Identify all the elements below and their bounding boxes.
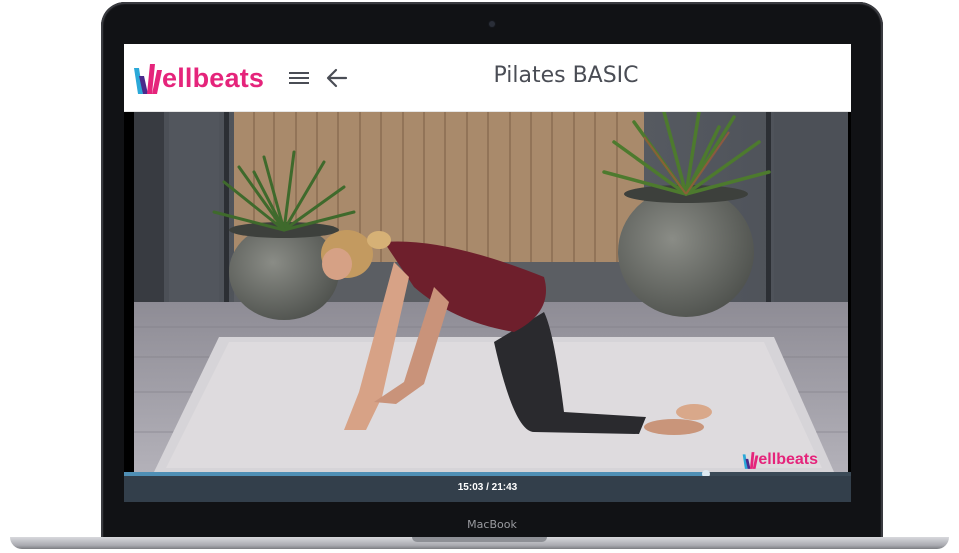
video-frame	[134, 112, 848, 472]
watermark-wordmark: ellbeats	[758, 451, 818, 468]
laptop-notch	[412, 537, 547, 542]
video-watermark: ellbeats	[742, 451, 818, 470]
arrow-left-icon	[326, 68, 348, 88]
wellbeats-w-mark-icon	[134, 64, 162, 94]
hamburger-menu-icon	[289, 72, 309, 84]
device-label: MacBook	[467, 518, 517, 531]
app-screen: ellbeats Pilates BASIC ellbeats 15:03 / …	[124, 44, 851, 502]
back-button[interactable]	[324, 65, 350, 91]
page-title: Pilates BASIC	[493, 63, 639, 88]
playback-time: 15:03 / 21:43	[457, 482, 518, 493]
app-header: ellbeats Pilates BASIC	[124, 44, 851, 112]
player-controls-bar: 15:03 / 21:43	[124, 476, 851, 502]
logo-wordmark: ellbeats	[162, 63, 265, 93]
wellbeats-w-mark-icon	[743, 452, 759, 469]
wellbeats-logo[interactable]: ellbeats	[133, 56, 264, 96]
menu-button[interactable]	[287, 66, 311, 90]
webcam	[489, 21, 495, 27]
video-player[interactable]: ellbeats	[134, 112, 848, 472]
